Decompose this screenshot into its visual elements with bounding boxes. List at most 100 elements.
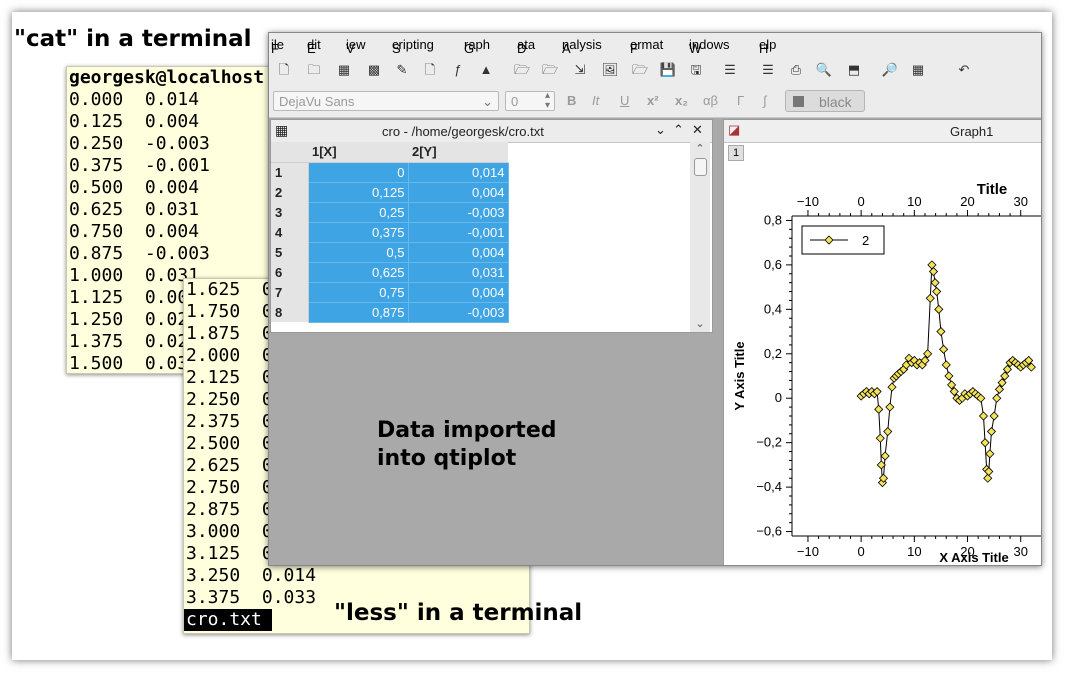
menu-windows[interactable]: Windows <box>689 37 729 56</box>
cell-y[interactable]: 0,004 <box>408 242 509 263</box>
row-header[interactable]: 4 <box>271 222 309 242</box>
data-point <box>880 451 890 461</box>
subscript-button[interactable]: x₂ <box>675 93 688 108</box>
integral-button[interactable]: ∫ <box>763 93 767 108</box>
cell-y[interactable]: -0,003 <box>408 302 509 323</box>
menu-view[interactable]: View <box>346 37 366 56</box>
save-icon[interactable]: 💾 <box>659 61 677 79</box>
data-point <box>887 382 897 392</box>
greek-upper-button[interactable]: Γ <box>737 93 744 108</box>
new-table-icon[interactable]: ▦ <box>335 61 353 79</box>
cell-x[interactable]: 0 <box>308 162 409 183</box>
menu-scripting[interactable]: Scripting <box>392 37 434 56</box>
x-tick-label: 10 <box>907 544 921 559</box>
cell-y[interactable]: 0,014 <box>408 162 509 183</box>
menu-edit[interactable]: Edit <box>307 37 321 56</box>
cell-x[interactable]: 0,25 <box>308 202 409 223</box>
column-header-x[interactable]: 1[X] <box>308 142 408 163</box>
close-icon[interactable]: ✕ <box>692 122 703 138</box>
table-window[interactable]: ▦ cro - /home/georgesk/cro.txt ⌄ ⌃ ✕ 1[X… <box>270 119 713 333</box>
cell-x[interactable]: 0,75 <box>308 282 409 303</box>
bold-button[interactable]: B <box>567 93 576 108</box>
cell-y[interactable]: 0,031 <box>408 262 509 283</box>
export-pdf-icon[interactable]: ⬒ <box>845 61 863 79</box>
cell-x[interactable]: 0,625 <box>308 262 409 283</box>
cell-y[interactable]: -0,003 <box>408 202 509 223</box>
menu-analysis[interactable]: Analysis <box>562 37 602 56</box>
restore-icon[interactable]: ⌃ <box>673 122 684 138</box>
cell-x[interactable]: 0,875 <box>308 302 409 323</box>
table-row[interactable]: 6 0,625 0,031 <box>271 262 509 283</box>
scroll-thumb[interactable] <box>694 158 707 176</box>
underline-button[interactable]: U <box>620 93 629 108</box>
superscript-button[interactable]: x² <box>647 93 659 108</box>
scroll-down-icon[interactable]: ⌄ <box>690 317 710 330</box>
table-row[interactable]: 7 0,75 0,004 <box>271 282 509 303</box>
print-preview-icon[interactable]: 🔍 <box>815 61 833 79</box>
graph-window-titlebar[interactable]: ◪ Graph1 <box>724 120 1041 143</box>
italic-button[interactable]: It <box>592 93 599 108</box>
cell-x[interactable]: 0,5 <box>308 242 409 263</box>
greek-button[interactable]: αβ <box>703 93 718 108</box>
new-project-icon[interactable]: 🗋 <box>275 61 293 79</box>
new-graph-icon[interactable]: 🗋 <box>421 61 439 79</box>
cell-x[interactable]: 0,375 <box>308 222 409 243</box>
row-header[interactable]: 7 <box>271 282 309 302</box>
main-toolbar: 🗋 🗀 ▦ ▩ ✎ 🗋 ƒ ▲ 🗁 🗁 ⇲ 🖼 🗁 💾 🖫 ☰ ☰ ⎙ 🔍 ⬒ 🔎 ▦ ↶ <box>269 54 1041 86</box>
cell-y[interactable]: -0,001 <box>408 222 509 243</box>
new-matrix-icon[interactable]: ▩ <box>365 61 383 79</box>
graph-plot[interactable]: Title−10−1000101020203030−0,6−0,4−0,200,… <box>724 144 1042 566</box>
new-folder-icon[interactable]: 🗀 <box>305 61 323 79</box>
table-layers-icon[interactable]: ☰ <box>759 61 777 79</box>
cell-y[interactable]: 0,004 <box>408 282 509 303</box>
font-family-select[interactable]: DejaVu Sans ⌄ <box>273 91 499 111</box>
cell-x[interactable]: 0,125 <box>308 182 409 203</box>
open-template-icon[interactable]: 🗁 <box>541 61 559 79</box>
new-note-icon[interactable]: ✎ <box>393 61 411 79</box>
open-project-icon[interactable]: 🗁 <box>513 61 531 79</box>
table-row[interactable]: 8 0,875 -0,003 <box>271 302 509 323</box>
data-point <box>944 371 954 381</box>
data-point <box>939 344 949 354</box>
open-icon[interactable]: 🗁 <box>631 61 649 79</box>
font-size-spinbox[interactable]: 0 ▴ ▾ <box>505 91 555 111</box>
import-image-icon[interactable]: 🖼 <box>601 61 619 79</box>
row-header[interactable]: 1 <box>271 162 309 182</box>
new-3d-plot-icon[interactable]: ▲ <box>477 61 495 79</box>
vertical-scrollbar[interactable]: ⌃ ⌄ <box>690 142 710 332</box>
import-data-icon[interactable]: ⇲ <box>571 61 589 79</box>
row-header[interactable]: 2 <box>271 182 309 202</box>
graph-window[interactable]: ◪ Graph1 1 Title −10 −10 0 0 10 10 20 20 30 30 −0,6… <box>723 119 1042 566</box>
chart-title: Title <box>977 181 1008 198</box>
column-header-y[interactable]: 2[Y] <box>408 142 508 163</box>
results-log-icon[interactable]: ☰ <box>721 61 739 79</box>
data-table[interactable]: 1[X] 2[Y] 1 0 0,014 2 0,125 0,004 3 0,25 -0,003 4… <box>271 142 509 323</box>
menu-data[interactable]: Data <box>517 37 535 56</box>
y-axis-title: Y Axis Title <box>732 341 747 410</box>
menu-format[interactable]: Format <box>630 37 663 56</box>
chevron-down-icon[interactable]: ⌄ <box>655 122 666 138</box>
undo-icon[interactable]: ↶ <box>955 61 973 79</box>
cell-y[interactable]: 0,004 <box>408 182 509 203</box>
table-window-titlebar[interactable]: ▦ cro - /home/georgesk/cro.txt ⌄ ⌃ ✕ <box>271 120 712 143</box>
menu-graph[interactable]: Graph <box>464 37 490 56</box>
table-row[interactable]: 2 0,125 0,004 <box>271 182 509 203</box>
save-as-icon[interactable]: 🖫 <box>687 61 705 79</box>
table-row[interactable]: 3 0,25 -0,003 <box>271 202 509 223</box>
spreadsheet-icon[interactable]: ▦ <box>909 61 927 79</box>
row-header[interactable]: 6 <box>271 262 309 282</box>
menu-help[interactable]: Help <box>759 37 776 56</box>
table-row[interactable]: 4 0,375 -0,001 <box>271 222 509 243</box>
data-point <box>930 278 940 288</box>
new-function-icon[interactable]: ƒ <box>449 61 467 79</box>
table-row[interactable]: 1 0 0,014 <box>271 162 509 183</box>
text-color-button[interactable]: black <box>785 90 865 112</box>
row-header[interactable]: 3 <box>271 202 309 222</box>
find-icon[interactable]: 🔎 <box>881 61 899 79</box>
table-row[interactable]: 5 0,5 0,004 <box>271 242 509 263</box>
scroll-up-icon[interactable]: ⌃ <box>690 142 710 155</box>
print-icon[interactable]: ⎙ <box>787 61 805 79</box>
menu-file[interactable]: File <box>271 37 284 56</box>
row-header[interactable]: 5 <box>271 242 309 262</box>
row-header[interactable]: 8 <box>271 302 309 322</box>
